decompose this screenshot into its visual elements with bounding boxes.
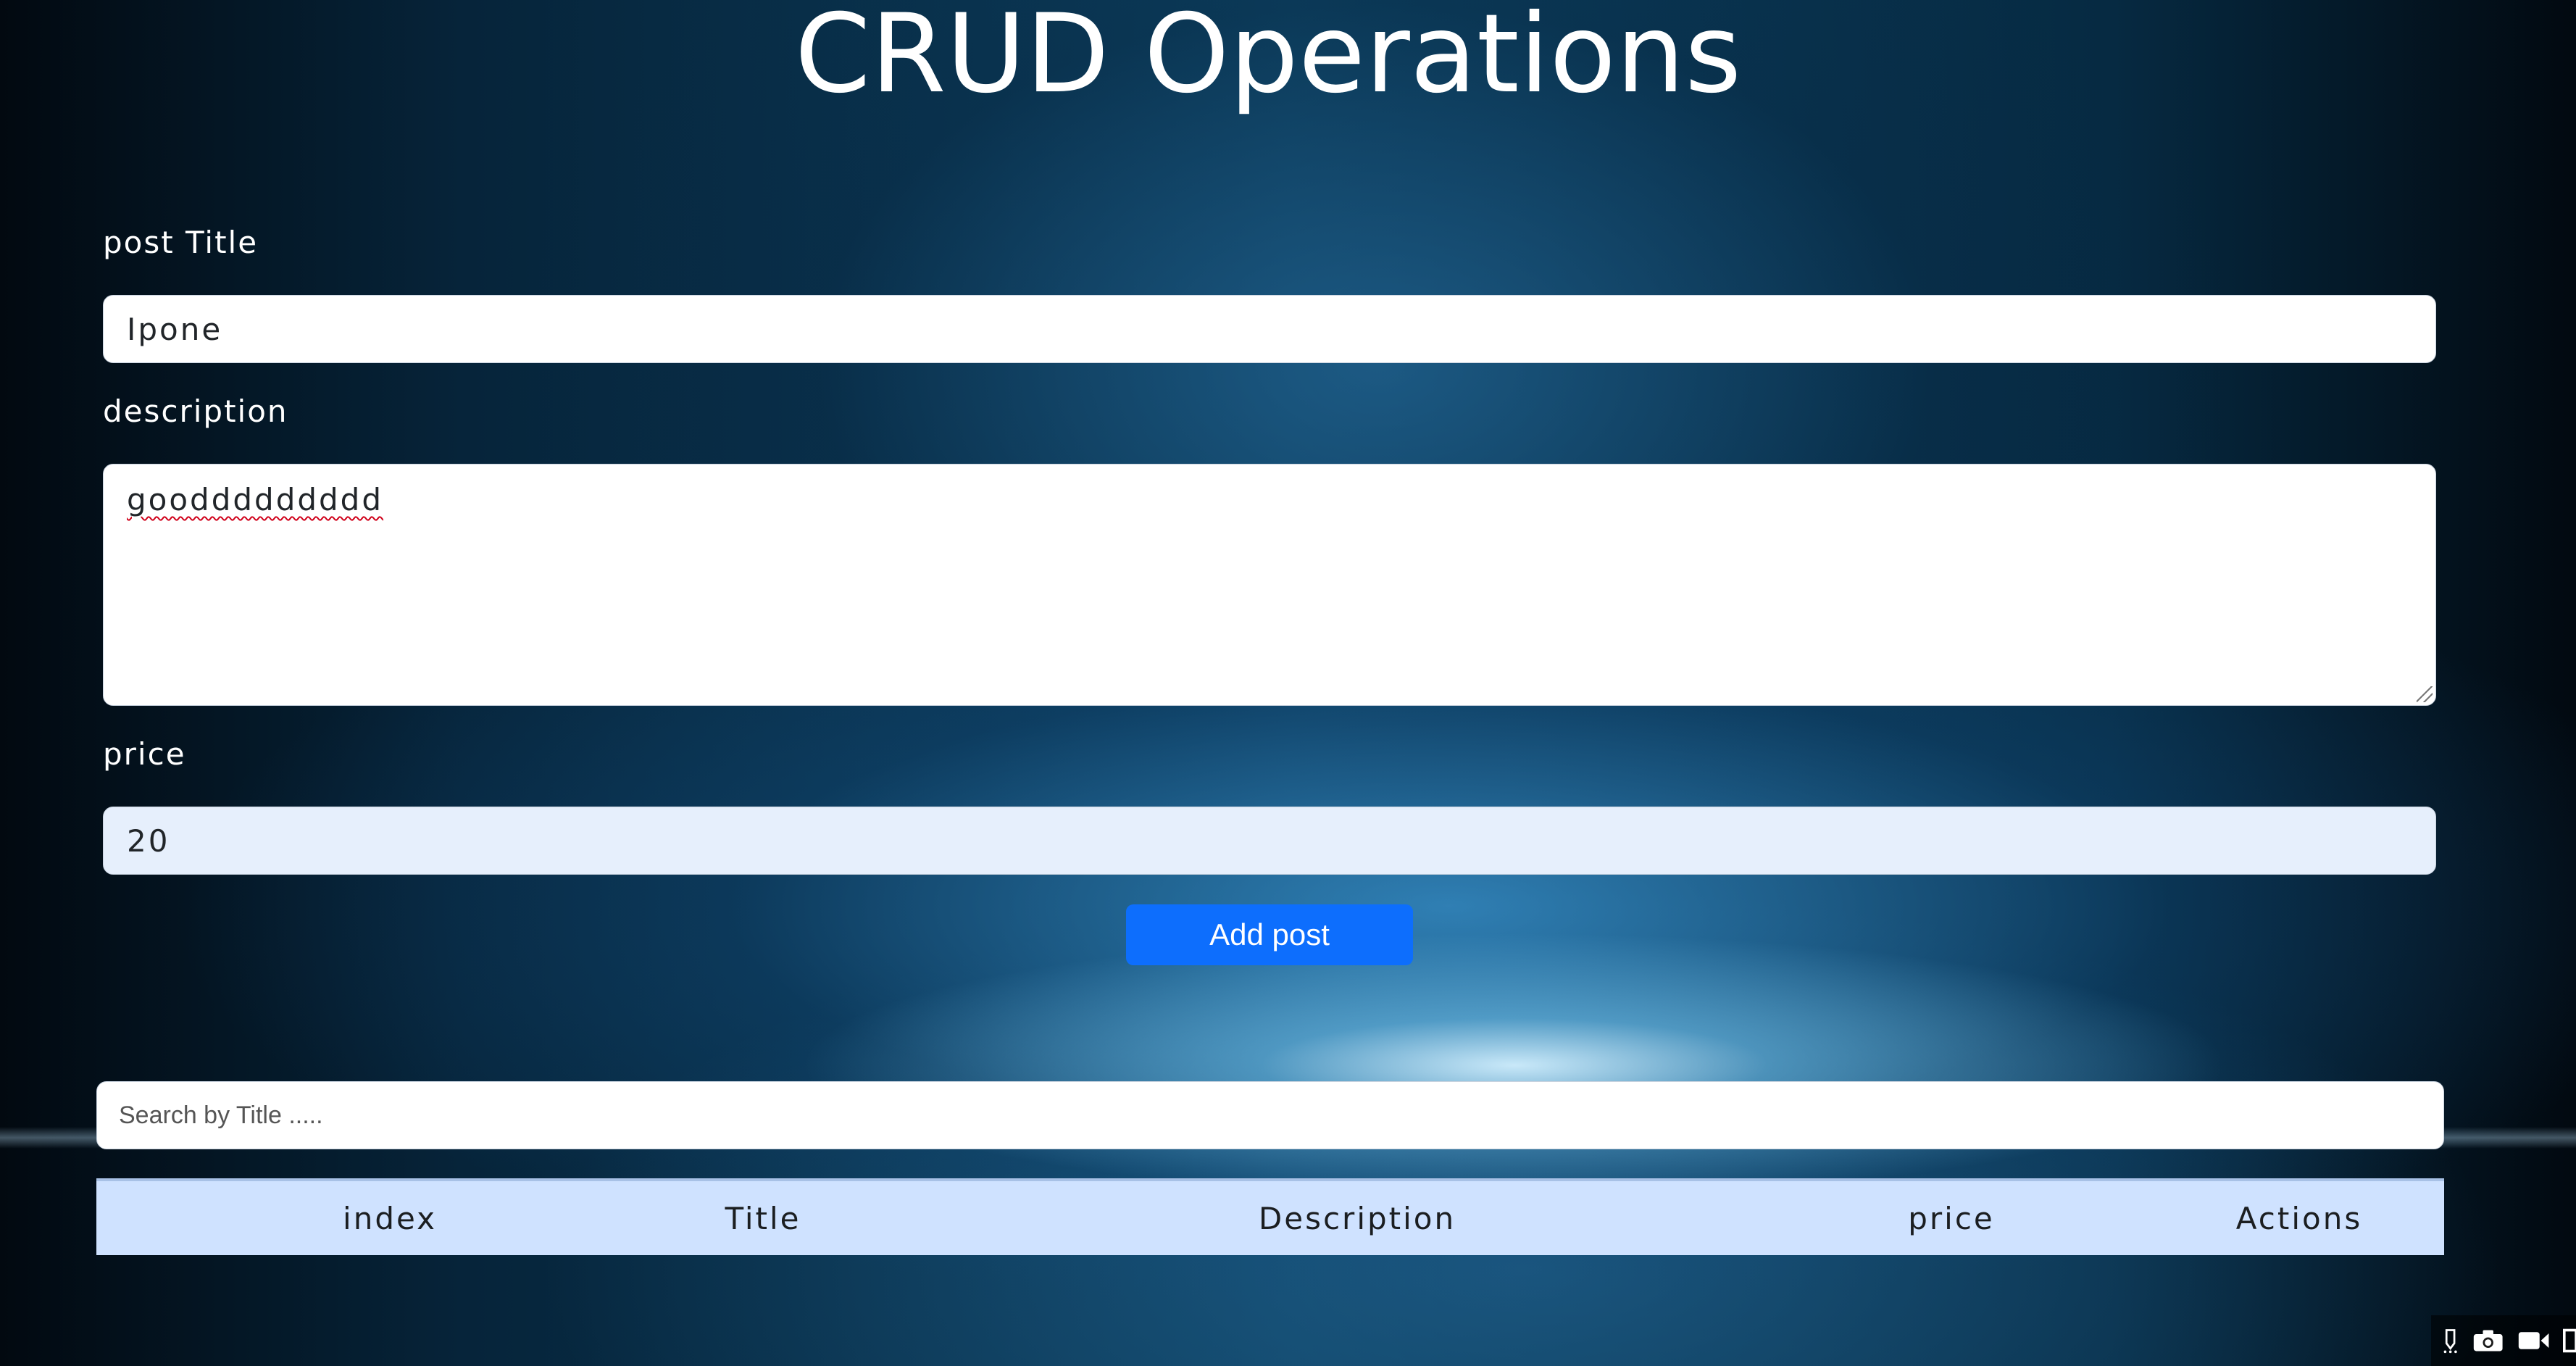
page-title: CRUD Operations	[794, 0, 1742, 117]
resize-grip-icon[interactable]	[2417, 686, 2433, 702]
description-value: gooddddddddd	[127, 482, 383, 517]
add-post-button[interactable]: Add post	[1126, 904, 1413, 965]
table-header: index Title Description price Actions	[96, 1178, 2444, 1255]
post-title-value: Ipone	[127, 311, 223, 347]
window-icon[interactable]	[2562, 1328, 2576, 1354]
post-title-input[interactable]: Ipone	[103, 295, 2436, 363]
price-value: 20	[127, 822, 170, 859]
camera-icon[interactable]	[2472, 1328, 2504, 1354]
price-label: price	[103, 736, 186, 772]
description-label: description	[103, 393, 288, 429]
description-textarea[interactable]: gooddddddddd	[103, 464, 2436, 706]
post-title-label: post Title	[103, 225, 259, 260]
video-camera-icon[interactable]	[2517, 1328, 2550, 1353]
price-input[interactable]: 20	[103, 807, 2436, 875]
pen-icon[interactable]	[2441, 1326, 2459, 1355]
column-header-description: Description	[1258, 1200, 1456, 1236]
screen-capture-tray	[2431, 1315, 2576, 1366]
search-input[interactable]: Search by Title .....	[96, 1081, 2444, 1149]
search-placeholder: Search by Title .....	[119, 1101, 323, 1129]
column-header-title: Title	[725, 1200, 801, 1236]
column-header-price: price	[1908, 1200, 1995, 1236]
column-header-index: index	[343, 1200, 437, 1236]
column-header-actions: Actions	[2235, 1200, 2363, 1236]
